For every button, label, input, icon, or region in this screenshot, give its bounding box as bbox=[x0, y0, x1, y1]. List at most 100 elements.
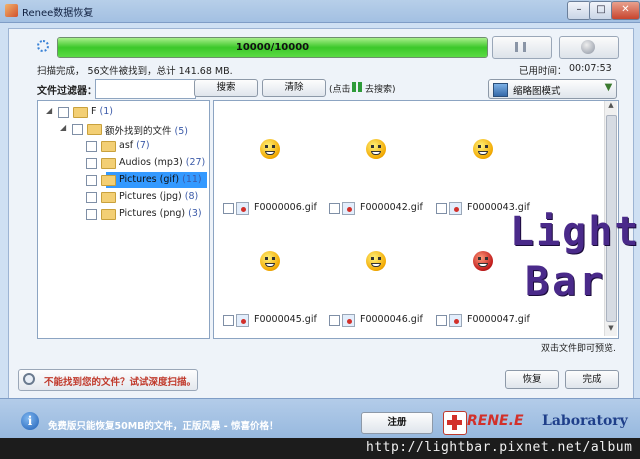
finish-button[interactable]: 完成 bbox=[565, 370, 619, 389]
watermark-text: Bar bbox=[525, 259, 607, 305]
tree-item[interactable]: ◢ F (1) bbox=[38, 104, 209, 120]
elapsed-label: 已用时间： bbox=[519, 66, 567, 77]
tree-checkbox[interactable] bbox=[72, 124, 83, 135]
tree-item-count: (11) bbox=[182, 174, 202, 185]
search-pause-icon-bar bbox=[358, 82, 362, 92]
image-file-icon bbox=[236, 314, 249, 327]
pause-button[interactable] bbox=[492, 36, 552, 59]
smiley-mouth bbox=[265, 151, 275, 155]
tree-item-label: Pictures (jpg) (8) bbox=[119, 191, 198, 202]
minimize-button[interactable]: – bbox=[567, 1, 591, 20]
progress-text: 10000/10000 bbox=[235, 42, 310, 53]
tree-item[interactable]: asf (7) bbox=[38, 138, 209, 154]
tree-expander-icon[interactable]: ◢ bbox=[60, 123, 69, 132]
view-mode-label: 缩略图模式 bbox=[513, 86, 561, 97]
search-hint-suffix: 去搜索) bbox=[365, 85, 396, 95]
file-checkbox[interactable] bbox=[436, 203, 447, 214]
tree-item-name: 额外找到的文件 bbox=[105, 126, 172, 137]
tree-checkbox[interactable] bbox=[58, 107, 69, 118]
stop-button[interactable] bbox=[559, 36, 619, 59]
tree-item-label: asf (7) bbox=[119, 140, 150, 151]
folder-icon bbox=[87, 124, 102, 135]
register-button[interactable]: 注册 bbox=[361, 412, 433, 434]
thumbnail-item[interactable]: F0000006.gif bbox=[223, 139, 323, 215]
view-mode-dropdown[interactable]: 缩略图模式 ▼ bbox=[488, 79, 617, 99]
preview-hint: 双击文件即可预览. bbox=[541, 344, 616, 354]
file-name: F0000045.gif bbox=[254, 314, 317, 325]
tree-checkbox[interactable] bbox=[86, 209, 97, 220]
thumbnail-item[interactable]: F0000046.gif bbox=[329, 251, 429, 327]
chevron-down-icon: ▼ bbox=[604, 82, 613, 93]
pause-icon-bar bbox=[523, 42, 526, 52]
smiley-image[interactable] bbox=[260, 251, 280, 271]
clear-button[interactable]: 清除 bbox=[262, 79, 326, 97]
tree-item[interactable]: Pictures (png) (3) bbox=[38, 206, 209, 222]
smiley-mouth bbox=[478, 151, 488, 155]
smiley-mouth bbox=[478, 263, 488, 267]
file-name: F0000006.gif bbox=[254, 202, 317, 213]
filter-label: 文件过滤器： bbox=[37, 86, 97, 97]
elapsed-time: 00:07:53 bbox=[569, 63, 612, 74]
deep-scan-label: 不能找到您的文件？试试深度扫描。 bbox=[44, 377, 197, 388]
app-icon bbox=[5, 4, 18, 17]
search-hint-prefix: (点击 bbox=[329, 85, 351, 95]
tree-item-count: (27) bbox=[185, 157, 206, 168]
image-file-icon bbox=[449, 314, 462, 327]
folder-icon bbox=[101, 209, 116, 220]
brand-laboratory: Laboratory bbox=[542, 413, 628, 429]
scroll-down-icon[interactable]: ▼ bbox=[605, 324, 617, 336]
tree-item[interactable]: Audios (mp3) (27) bbox=[38, 155, 209, 171]
brand-name: RENE.E bbox=[467, 413, 524, 429]
smiley-eyes bbox=[478, 145, 488, 148]
deep-scan-button[interactable]: 不能找到您的文件？试试深度扫描。 bbox=[18, 369, 198, 391]
tree-item[interactable]: Pictures (gif) (11) bbox=[86, 172, 207, 188]
search-pause-icon-bar bbox=[352, 82, 356, 92]
file-checkbox[interactable] bbox=[436, 315, 447, 326]
file-checkbox[interactable] bbox=[223, 315, 234, 326]
scroll-up-icon[interactable]: ▲ bbox=[605, 101, 617, 113]
thumbnail-item[interactable]: F0000047.gif bbox=[436, 251, 536, 327]
tree-item-count: (5) bbox=[174, 126, 189, 137]
smiley-image[interactable] bbox=[366, 139, 386, 159]
smiley-image[interactable] bbox=[260, 139, 280, 159]
loading-spinner-icon bbox=[37, 40, 49, 52]
smiley-image[interactable] bbox=[366, 251, 386, 271]
image-file-icon bbox=[236, 202, 249, 215]
file-checkbox[interactable] bbox=[223, 203, 234, 214]
maximize-button[interactable]: □ bbox=[589, 1, 613, 20]
stop-icon bbox=[581, 40, 595, 54]
tree-item[interactable]: Pictures (jpg) (8) bbox=[38, 189, 209, 205]
smiley-image[interactable] bbox=[473, 139, 493, 159]
tree-item-name: Audios (mp3) bbox=[119, 157, 183, 168]
smiley-image[interactable] bbox=[473, 251, 493, 271]
scan-status: 扫描完成， 56文件被找到，总计 141.68 MB. bbox=[37, 66, 233, 77]
tree-checkbox[interactable] bbox=[86, 192, 97, 203]
file-checkbox[interactable] bbox=[329, 203, 340, 214]
file-checkbox[interactable] bbox=[329, 315, 340, 326]
search-button[interactable]: 搜索 bbox=[194, 79, 258, 97]
close-button[interactable]: ✕ bbox=[611, 1, 640, 20]
tree-checkbox[interactable] bbox=[86, 175, 97, 186]
thumbnail-item[interactable]: F0000045.gif bbox=[223, 251, 323, 327]
smiley-eyes bbox=[478, 257, 488, 260]
tree-item-label: Pictures (gif) (11) bbox=[119, 174, 202, 185]
folder-icon bbox=[73, 107, 88, 118]
watermark-text: Light bbox=[510, 209, 640, 255]
tree-item-name: Pictures (jpg) bbox=[119, 191, 182, 202]
tree-checkbox[interactable] bbox=[86, 158, 97, 169]
thumbnail-item[interactable]: F0000043.gif bbox=[436, 139, 536, 215]
tree-item[interactable]: ◢ 额外找到的文件 (5) bbox=[38, 121, 209, 137]
image-file-icon bbox=[342, 314, 355, 327]
folder-icon bbox=[101, 192, 116, 203]
recover-button[interactable]: 恢复 bbox=[505, 370, 559, 389]
tree-item-name: asf bbox=[119, 140, 134, 151]
file-name: F0000042.gif bbox=[360, 202, 423, 213]
thumbnail-item[interactable]: F0000042.gif bbox=[329, 139, 429, 215]
tree-item-label: 额外找到的文件 (5) bbox=[105, 123, 188, 137]
tree-item-label: Pictures (png) (3) bbox=[119, 208, 202, 219]
tree-expander-icon[interactable]: ◢ bbox=[46, 106, 55, 115]
tree-checkbox[interactable] bbox=[86, 141, 97, 152]
image-file-icon bbox=[449, 202, 462, 215]
filter-input[interactable] bbox=[95, 79, 196, 99]
tree-item-count: (1) bbox=[99, 106, 113, 117]
